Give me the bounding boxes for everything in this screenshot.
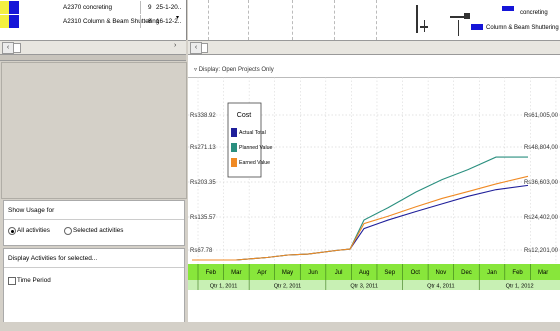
show-usage-group: Show Usage for All activities Selected a… <box>3 200 185 246</box>
timeline-month-label: May <box>282 270 293 276</box>
group-title: Show Usage for <box>8 207 55 214</box>
divider <box>4 219 184 220</box>
left-axis-tick-label: Rs203.35 <box>190 180 216 186</box>
horizontal-scrollbar-right[interactable]: ‹ <box>188 40 560 55</box>
activity-number: 8 <box>148 18 152 25</box>
gridline <box>208 0 209 40</box>
timeline-month-label: Apr <box>257 270 266 276</box>
empty-area <box>1 62 187 199</box>
right-axis-tick-label: Rs36,603,00 <box>524 180 559 186</box>
timeline-month-label: Dec <box>461 270 472 276</box>
timeline-month-label: Feb <box>512 270 523 276</box>
cost-chart: Rs338.92 Rs61,005,00 Rs271.13 Rs48,804,00 Rs… <box>188 77 560 290</box>
timeline-quarter-label: Qtr 2, 2011 <box>274 284 302 290</box>
right-axis-tick-label: Rs48,804,00 <box>524 145 559 151</box>
gantt-link-line <box>450 16 464 18</box>
gantt-bracket <box>416 5 418 33</box>
legend-swatch <box>502 6 514 11</box>
timeline-month-label: Feb <box>206 270 217 276</box>
timeline-month-label: Oct <box>411 270 421 276</box>
scroll-right-icon[interactable]: › <box>174 42 176 49</box>
activity-name: A2370 concreting <box>63 4 113 11</box>
row-color-swatch <box>9 15 19 28</box>
activity-table: A2370 concreting 9 25-1-20.. A2310 Colum… <box>0 0 187 40</box>
legend-swatch <box>231 128 237 137</box>
right-axis-tick-label: Rs12,201,00 <box>524 248 559 254</box>
series-line <box>192 184 529 261</box>
timeline-month-label: Sep <box>384 270 395 276</box>
legend-label: Column & Beam Shuttering <box>486 25 559 31</box>
legend-title: Cost <box>237 112 251 119</box>
gridline <box>334 0 335 40</box>
left-axis-tick-label: Rs67.78 <box>190 248 213 254</box>
panel-divider <box>0 55 186 61</box>
gridline <box>292 0 293 40</box>
table-row[interactable]: A2310 Column & Beam Shuttering 8 16-12-2… <box>0 15 186 28</box>
column-divider <box>140 1 141 14</box>
timeline-quarter-label: Qtr 3, 2011 <box>350 284 378 290</box>
timeline-quarter-label: Qtr 1, 2011 <box>210 284 238 290</box>
series-line <box>192 175 529 261</box>
timeline-month-label: Nov <box>436 270 447 276</box>
cost-chart-panel: ▿ Display: Open Projects Only Rs338.92 Rs… <box>188 55 560 331</box>
timeline-quarter-label: Qtr 1, 2012 <box>506 284 534 290</box>
timeline-month-label: Mar <box>538 270 548 276</box>
legend-swatch <box>231 158 237 167</box>
all-activities-radio[interactable] <box>8 227 16 235</box>
activity-number: 9 <box>148 4 152 11</box>
timeline-month-label: Mar <box>231 270 241 276</box>
timeline-month-label: Aug <box>359 270 370 276</box>
gantt-chart-strip: concreting Column & Beam Shuttering <box>188 0 560 40</box>
column-divider <box>140 15 141 28</box>
gantt-bracket <box>424 20 425 32</box>
activity-name: A2310 Column & Beam Shuttering <box>63 18 160 25</box>
timeline-month-label: Jul <box>335 270 343 276</box>
horizontal-scrollbar-left[interactable]: ‹ › <box>0 40 186 55</box>
gantt-milestone <box>464 13 470 19</box>
timeline-quarter-label: Qtr 4, 2011 <box>427 284 455 290</box>
timeline-month-label: Jan <box>487 270 497 276</box>
row-color-swatch <box>9 1 19 14</box>
activity-date: 25-1-20.. <box>156 4 182 11</box>
selected-activities-radio[interactable] <box>64 227 72 235</box>
row-color-swatch <box>0 1 9 14</box>
legend-label: Earned Value <box>239 160 270 166</box>
left-axis-tick-label: Rs271.13 <box>190 145 216 151</box>
left-options-panel: Show Usage for All activities Selected a… <box>0 55 187 331</box>
time-period-checkbox[interactable] <box>8 277 16 285</box>
legend-swatch <box>471 24 483 30</box>
timeline-months-bar <box>188 264 560 280</box>
gantt-link-line <box>458 20 459 36</box>
gridline <box>376 0 377 40</box>
legend-label: Actual Total <box>239 130 266 136</box>
right-axis-tick-label: Rs61,005,00 <box>524 113 559 119</box>
right-axis-tick-label: Rs24,402,00 <box>524 215 559 221</box>
legend-label: concreting <box>520 10 548 16</box>
gridline <box>248 0 249 40</box>
radio-label: All activities <box>17 227 50 234</box>
legend-swatch <box>231 143 237 152</box>
radio-label: Selected activities <box>73 227 124 234</box>
table-row[interactable]: A2370 concreting 9 25-1-20.. <box>0 1 186 14</box>
left-axis-tick-label: Rs135.57 <box>190 215 216 221</box>
scrollbar-thumb[interactable] <box>13 43 21 53</box>
scroll-down-icon[interactable]: ▾ <box>176 14 179 21</box>
divider <box>4 267 184 268</box>
display-activities-group: Display Activities for selected... Time … <box>3 248 185 330</box>
row-color-swatch <box>0 15 9 28</box>
status-strip <box>0 322 560 331</box>
checkbox-label: Time Period <box>17 277 51 284</box>
left-axis-tick-label: Rs338.92 <box>190 113 216 119</box>
group-title: Display Activities for selected... <box>8 255 98 262</box>
scrollbar-thumb[interactable] <box>201 43 208 53</box>
timeline-month-label: Jun <box>308 270 318 276</box>
legend-label: Planned Value <box>239 145 272 151</box>
